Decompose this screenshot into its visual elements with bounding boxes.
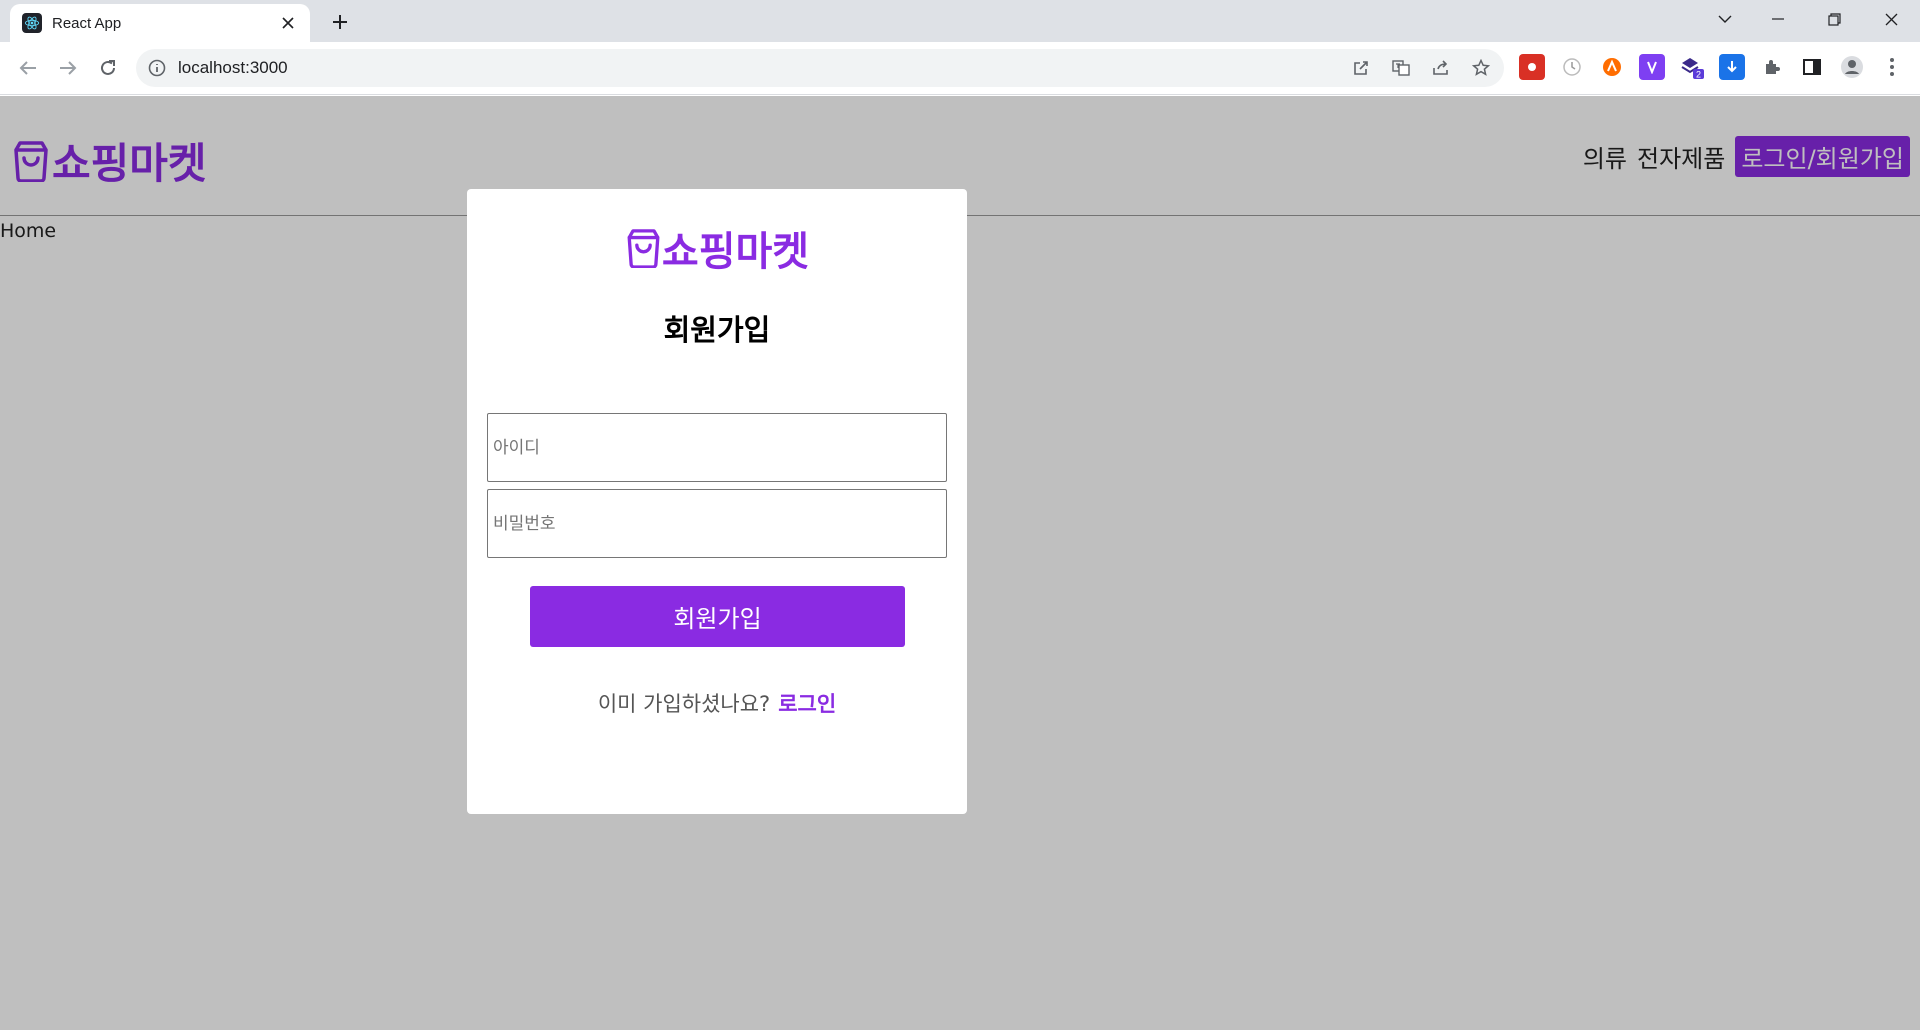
window-controls — [1701, 0, 1920, 38]
address-bar[interactable]: localhost:3000 — [136, 49, 1504, 87]
login-link[interactable]: 로그인 — [778, 692, 836, 716]
browser-tabbar: React App — [0, 0, 1920, 42]
reload-icon[interactable] — [94, 54, 122, 82]
tab-search-chevron-icon[interactable] — [1701, 0, 1749, 38]
extension-badge: 2 — [1696, 70, 1701, 80]
forward-arrow-icon[interactable] — [54, 54, 82, 82]
restore-icon[interactable] — [1806, 0, 1863, 38]
site-info-icon[interactable] — [148, 59, 166, 77]
side-panel-icon[interactable] — [1799, 54, 1825, 80]
modal-logo: 쇼핑마켓 — [467, 219, 967, 277]
extension-red-icon[interactable] — [1519, 54, 1545, 80]
profile-avatar-icon[interactable] — [1839, 54, 1865, 80]
extension-timer-icon[interactable] — [1559, 54, 1585, 80]
minimize-icon[interactable] — [1749, 0, 1806, 38]
extension-orange-icon[interactable] — [1599, 54, 1625, 80]
share-icon[interactable] — [1430, 57, 1452, 79]
signup-submit-button[interactable]: 회원가입 — [530, 586, 905, 647]
login-prompt-text: 이미 가입하셨나요? — [597, 692, 771, 716]
password-input[interactable] — [487, 489, 947, 558]
modal-logo-text: 쇼핑마켓 — [661, 229, 810, 275]
react-icon — [22, 13, 42, 33]
signup-modal: 쇼핑마켓 회원가입 회원가입 이미 가입하셨나요? 로그인 — [467, 189, 967, 814]
id-input[interactable] — [487, 413, 947, 482]
url-text: localhost:3000 — [178, 58, 288, 77]
extension-download-icon[interactable] — [1719, 54, 1745, 80]
close-tab-icon[interactable] — [278, 13, 298, 33]
modal-title: 회원가입 — [663, 313, 771, 347]
browser-toolbar: localhost:3000 2 — [0, 42, 1920, 95]
browser-tab[interactable]: React App — [10, 4, 310, 42]
more-menu-icon[interactable] — [1879, 54, 1905, 80]
login-prompt: 이미 가입하셨나요? 로그인 — [467, 688, 967, 718]
extension-purple-v-icon[interactable] — [1639, 54, 1665, 80]
translate-icon[interactable] — [1390, 57, 1412, 79]
new-tab-icon[interactable] — [326, 8, 354, 36]
shopping-bag-icon — [627, 229, 660, 268]
back-arrow-icon[interactable] — [14, 54, 42, 82]
tab-title: React App — [52, 14, 122, 32]
bookmark-star-icon[interactable] — [1470, 57, 1492, 79]
extensions-puzzle-icon[interactable] — [1759, 54, 1785, 80]
close-window-icon[interactable] — [1863, 0, 1920, 38]
extension-stack-icon[interactable]: 2 — [1679, 54, 1705, 80]
open-external-icon[interactable] — [1350, 57, 1372, 79]
